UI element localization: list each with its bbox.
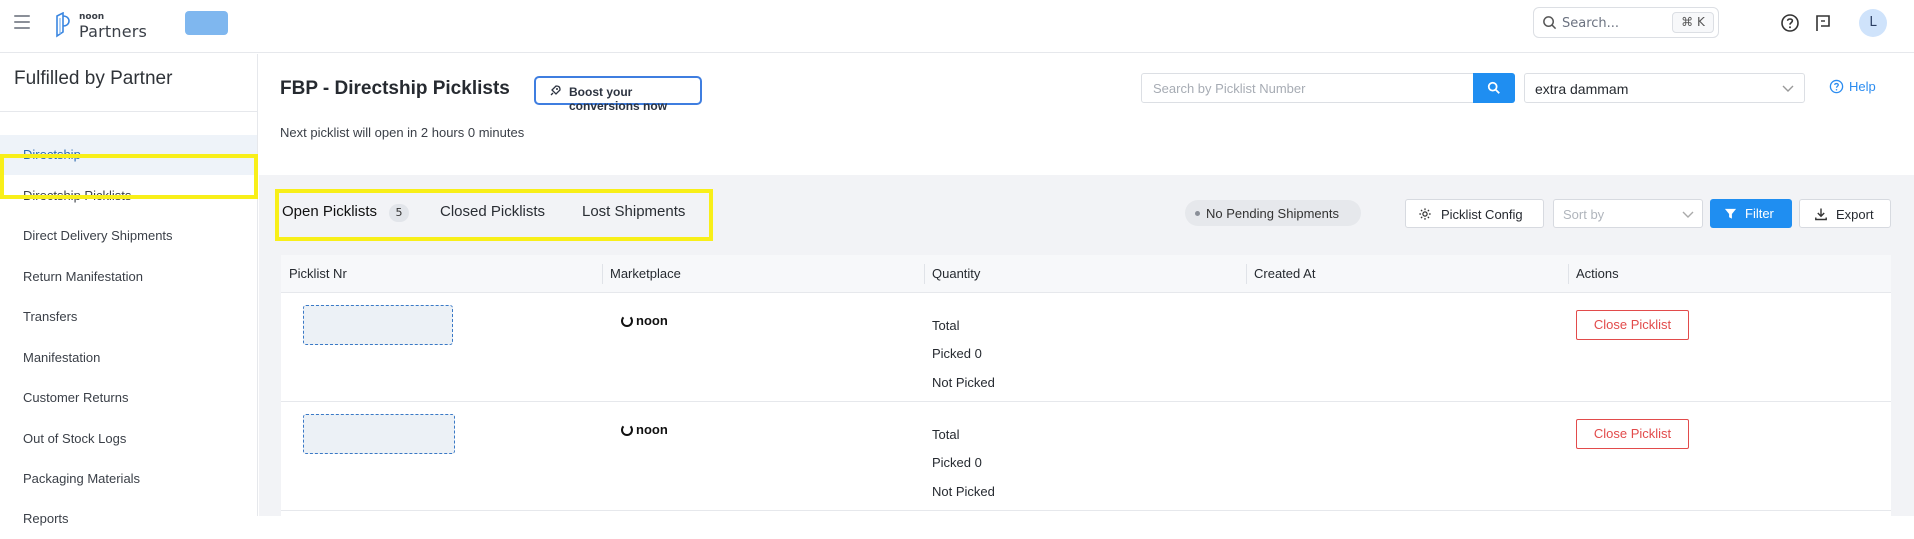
filter-button[interactable]: Filter — [1710, 199, 1792, 228]
top-bar: noon Partners Search... ⌘ K L — [0, 0, 1914, 53]
table-row: noon Total Picked 0 Not Picked Close Pic… — [281, 403, 1891, 511]
export-label: Export — [1836, 207, 1874, 222]
column-divider — [1568, 264, 1569, 284]
search-icon — [1543, 16, 1557, 30]
filter-label: Filter — [1745, 206, 1774, 221]
picklist-config-label: Picklist Config — [1441, 207, 1523, 222]
boost-conversions-button[interactable]: Boost your conversions now — [534, 76, 702, 113]
noon-ring-icon — [621, 424, 633, 436]
highlight-directship-picklists — [0, 154, 258, 199]
export-button[interactable]: Export — [1799, 199, 1891, 228]
column-header-marketplace[interactable]: Marketplace — [610, 255, 681, 293]
highlight-picklist-tabs — [275, 189, 713, 241]
picklist-table: Picklist Nr Marketplace Quantity Created… — [281, 255, 1891, 516]
hamburger-icon[interactable] — [14, 15, 30, 29]
noon-partners-logo-icon — [56, 12, 70, 38]
table-header: Picklist Nr Marketplace Quantity Created… — [281, 255, 1891, 293]
page-title: FBP - Directship Picklists — [280, 78, 510, 99]
picklist-number-placeholder[interactable] — [303, 305, 453, 345]
quantity-picked: Picked 0 — [932, 346, 982, 361]
help-circle-icon[interactable] — [1780, 13, 1800, 33]
search-shortcut-badge: ⌘ K — [1672, 12, 1714, 33]
quantity-not-picked: Not Picked — [932, 375, 995, 390]
flag-chat-icon[interactable] — [1813, 13, 1833, 33]
status-dot-icon — [1195, 211, 1200, 216]
quantity-total: Total — [932, 318, 960, 333]
sidebar-item-customer-returns[interactable]: Customer Returns — [0, 378, 257, 418]
sort-by-placeholder: Sort by — [1563, 207, 1605, 222]
sidebar-item-packaging-materials[interactable]: Packaging Materials — [0, 459, 257, 499]
picklist-config-button[interactable]: Picklist Config — [1405, 199, 1544, 228]
help-label: Help — [1849, 79, 1876, 94]
column-header-picklist-nr[interactable]: Picklist Nr — [289, 255, 347, 293]
warehouse-value: extra dammam — [1535, 81, 1629, 97]
quantity-total: Total — [932, 427, 960, 442]
user-avatar[interactable]: L — [1859, 9, 1887, 37]
chevron-down-icon — [1782, 85, 1794, 92]
column-header-actions[interactable]: Actions — [1576, 255, 1619, 293]
sidebar-item-manifestation[interactable]: Manifestation — [0, 338, 257, 378]
help-circle-icon — [1829, 79, 1844, 94]
sidebar-item-reports[interactable]: Reports — [0, 499, 257, 539]
table-row: noon Total Picked 0 Not Picked Close Pic… — [281, 294, 1891, 402]
gear-icon — [1419, 208, 1431, 220]
quantity-picked: Picked 0 — [932, 455, 982, 470]
boost-conversions-label: Boost your conversions now — [569, 85, 668, 113]
sidebar-item-direct-delivery-shipments[interactable]: Direct Delivery Shipments — [0, 216, 257, 256]
quantity-not-picked: Not Picked — [932, 484, 995, 499]
close-picklist-button[interactable]: Close Picklist — [1576, 310, 1689, 340]
column-header-quantity[interactable]: Quantity — [932, 255, 980, 293]
search-icon — [1487, 81, 1500, 94]
warehouse-select[interactable]: extra dammam — [1524, 73, 1805, 103]
column-header-created-at[interactable]: Created At — [1254, 255, 1315, 293]
sidebar-title: Fulfilled by Partner — [14, 68, 173, 89]
pending-shipments-status-badge: No Pending Shipments — [1185, 200, 1361, 226]
sort-by-select[interactable]: Sort by — [1553, 199, 1703, 228]
sidebar-item-transfers[interactable]: Transfers — [0, 297, 257, 337]
sidebar: Fulfilled by Partner Directship Directsh… — [0, 54, 258, 526]
column-divider — [602, 264, 603, 284]
pending-shipments-status-label: No Pending Shipments — [1206, 206, 1339, 221]
column-divider — [924, 264, 925, 284]
sidebar-item-out-of-stock-logs[interactable]: Out of Stock Logs — [0, 419, 257, 459]
chevron-down-icon — [1682, 211, 1694, 218]
marketplace-name: noon — [636, 422, 668, 437]
next-picklist-info: Next picklist will open in 2 hours 0 min… — [280, 125, 525, 140]
close-picklist-button[interactable]: Close Picklist — [1576, 419, 1689, 449]
download-icon — [1815, 208, 1827, 221]
picklist-search-button[interactable] — [1473, 73, 1515, 103]
filter-icon — [1724, 208, 1737, 219]
sidebar-item-return-manifestation[interactable]: Return Manifestation — [0, 257, 257, 297]
column-divider — [1246, 264, 1247, 284]
picklist-search-input[interactable]: Search by Picklist Number — [1141, 73, 1478, 103]
logo-brand-small: noon — [79, 12, 105, 22]
logo-brand-text: Partners — [79, 22, 148, 41]
global-search-placeholder: Search... — [1562, 16, 1620, 31]
rocket-icon — [550, 85, 561, 96]
app-logo[interactable]: noon Partners — [54, 10, 154, 41]
picklist-search-placeholder: Search by Picklist Number — [1153, 81, 1306, 96]
picklist-number-placeholder[interactable] — [303, 414, 455, 454]
sidebar-divider — [0, 111, 257, 112]
global-search-input[interactable]: Search... ⌘ K — [1533, 7, 1719, 38]
noon-ring-icon — [621, 315, 633, 327]
marketplace-name: noon — [636, 313, 668, 328]
environment-badge — [185, 11, 228, 35]
main-content: FBP - Directship Picklists Boost your co… — [259, 54, 1914, 516]
